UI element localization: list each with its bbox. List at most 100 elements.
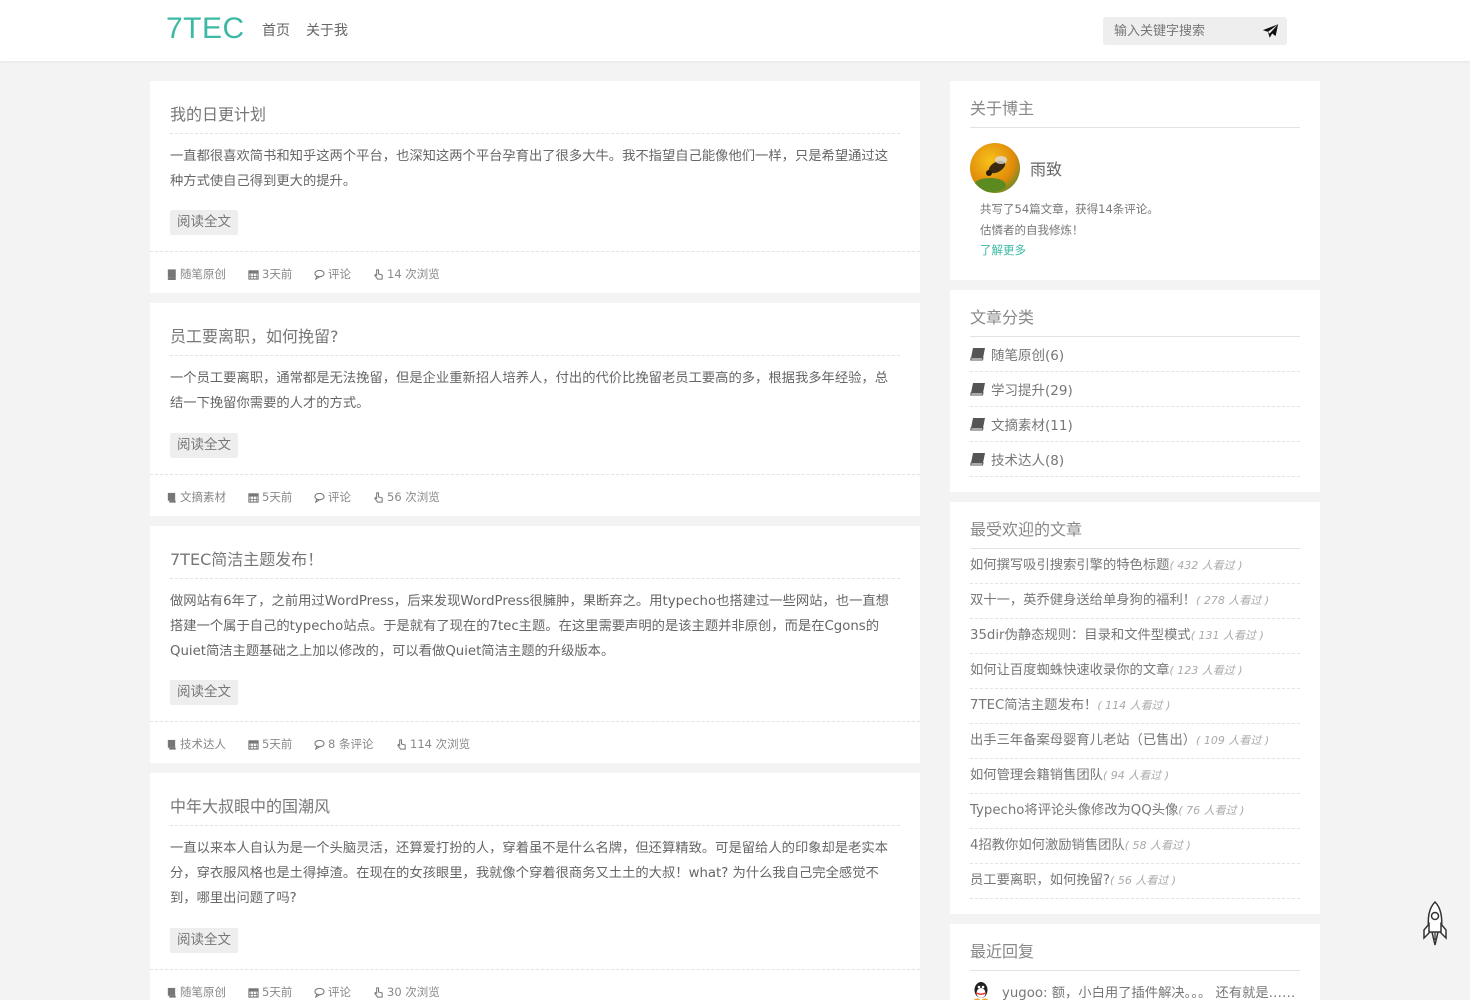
meta-category[interactable]: 文摘素材 xyxy=(166,489,226,505)
category-label: 技术达人(8) xyxy=(991,453,1065,469)
category-label: 文摘素材(11) xyxy=(991,418,1073,434)
post-meta: 文摘素材 5天前 评论 56 次浏览 xyxy=(150,474,920,516)
qq-penguin-icon xyxy=(974,982,988,1000)
meta-views: 30 次浏览 xyxy=(373,984,440,1000)
popular-post-title: 4招教你如何激励销售团队 xyxy=(970,838,1125,853)
search-input[interactable] xyxy=(1103,17,1258,45)
book-icon xyxy=(167,268,176,280)
meta-views-label: 30 次浏览 xyxy=(387,985,440,999)
popular-posts-widget: 最受欢迎的文章 如何撰写吸引搜索引擎的特色标题( 432 人看过 ) 双十一，英… xyxy=(950,502,1320,914)
popular-post-item[interactable]: Typecho将评论头像修改为QQ头像( 76 人看过 ) xyxy=(970,794,1300,829)
recent-replies-widget: 最近回复 yugoo: 额，小白用了插件解决。。。 还有就是…… xyxy=(950,924,1320,1000)
post-title[interactable]: 我的日更计划 xyxy=(170,101,900,134)
category-label: 随笔原创(6) xyxy=(991,348,1065,364)
meta-comments-label: 评论 xyxy=(328,490,351,504)
meta-date: 5天前 xyxy=(248,489,292,505)
popular-post-item[interactable]: 双十一，英乔健身送给单身狗的福利！( 278 人看过 ) xyxy=(970,584,1300,619)
author-stats: 共写了54篇文章，获得14条评论。 xyxy=(980,202,1159,216)
post-excerpt: 一个员工要离职，通常都是无法挽留，但是企业重新招人培养人，付出的代价比挽留老员工… xyxy=(170,371,889,411)
paper-plane-icon[interactable] xyxy=(1262,23,1279,39)
meta-comments-label: 评论 xyxy=(328,985,351,999)
post-excerpt: 一直都很喜欢简书和知乎这两个平台，也深知这两个平台孕育出了很多大牛。我不指望自己… xyxy=(170,149,889,189)
post-title[interactable]: 员工要离职，如何挽留? xyxy=(170,323,900,356)
popular-post-item[interactable]: 如何撰写吸引搜索引擎的特色标题( 432 人看过 ) xyxy=(970,549,1300,584)
site-logo[interactable]: 7TEC xyxy=(166,12,245,46)
comment-icon xyxy=(314,987,325,998)
book-icon xyxy=(970,418,985,431)
meta-date-label: 5天前 xyxy=(262,985,293,999)
post-meta: 随笔原创 3天前 评论 14 次浏览 xyxy=(150,251,920,293)
popular-post-item[interactable]: 如何让百度蜘蛛快速收录你的文章( 123 人看过 ) xyxy=(970,654,1300,689)
popular-post-views: ( 432 人看过 ) xyxy=(1169,559,1243,572)
meta-comments-label: 评论 xyxy=(328,267,351,281)
meta-category-label: 技术达人 xyxy=(180,737,226,751)
popular-post-title: 双十一，英乔健身送给单身狗的福利！ xyxy=(970,593,1197,608)
popular-post-views: ( 94 人看过 ) xyxy=(1102,769,1170,782)
book-icon xyxy=(167,492,176,503)
popular-post-title: 7TEC简洁主题发布！ xyxy=(970,698,1098,713)
popular-post-views: ( 76 人看过 ) xyxy=(1178,804,1245,817)
category-item[interactable]: 学习提升(29) xyxy=(970,372,1300,407)
meta-category-label: 随笔原创 xyxy=(180,267,226,281)
popular-post-item[interactable]: 7TEC简洁主题发布！( 114 人看过 ) xyxy=(970,689,1300,724)
widget-title: 最受欢迎的文章 xyxy=(970,516,1300,549)
meta-category[interactable]: 随笔原创 xyxy=(166,984,226,1000)
popular-post-views: ( 123 人看过 ) xyxy=(1169,664,1243,677)
bee-avatar-image xyxy=(970,143,1020,193)
book-icon xyxy=(970,348,985,361)
author-name: 雨致 xyxy=(1030,160,1063,179)
post-title[interactable]: 中年大叔眼中的国潮风 xyxy=(170,793,900,826)
popular-post-item[interactable]: 4招教你如何激励销售团队( 58 人看过 ) xyxy=(970,829,1300,864)
category-item[interactable]: 文摘素材(11) xyxy=(970,407,1300,442)
popular-post-item[interactable]: 员工要离职，如何挽留?( 56 人看过 ) xyxy=(970,864,1300,899)
post-card: 中年大叔眼中的国潮风 一直以来本人自认为是一个头脑灵活，还算爱打扮的人，穿着虽不… xyxy=(150,773,920,1000)
popular-post-views: ( 109 人看过 ) xyxy=(1196,734,1270,747)
learn-more-link[interactable]: 了解更多 xyxy=(980,242,1026,258)
post-excerpt: 做网站有6年了，之前用过WordPress，后来发现WordPress很臃肿，果… xyxy=(170,594,889,659)
popular-post-title: 员工要离职，如何挽留? xyxy=(970,873,1111,888)
meta-comments[interactable]: 评论 xyxy=(314,489,351,505)
book-icon xyxy=(167,739,176,750)
read-more-button[interactable]: 阅读全文 xyxy=(170,210,238,235)
popular-post-title: Typecho将评论头像修改为QQ头像 xyxy=(970,803,1179,818)
pointer-hand-icon xyxy=(374,986,383,998)
post-meta: 技术达人 5天前 8 条评论 114 次浏览 xyxy=(150,721,920,763)
meta-date-label: 3天前 xyxy=(262,267,293,281)
book-icon xyxy=(167,987,176,998)
popular-post-item[interactable]: 如何管理会籍销售团队( 94 人看过 ) xyxy=(970,759,1300,794)
meta-views-label: 114 次浏览 xyxy=(410,737,471,751)
comment-icon xyxy=(314,492,325,503)
post-card: 员工要离职，如何挽留? 一个员工要离职，通常都是无法挽留，但是企业重新招人培养人… xyxy=(150,303,920,516)
category-item[interactable]: 随笔原创(6) xyxy=(970,337,1300,372)
meta-category[interactable]: 技术达人 xyxy=(166,736,226,752)
read-more-button[interactable]: 阅读全文 xyxy=(170,680,238,705)
calendar-icon xyxy=(248,269,259,280)
read-more-button[interactable]: 阅读全文 xyxy=(170,433,238,458)
reply-item[interactable]: yugoo: 额，小白用了插件解决。。。 还有就是…… xyxy=(970,976,1300,1000)
popular-post-views: ( 131 人看过 ) xyxy=(1190,629,1264,642)
back-to-top-rocket-icon[interactable] xyxy=(1421,900,1449,948)
meta-date-label: 5天前 xyxy=(262,490,293,504)
meta-views-label: 14 次浏览 xyxy=(387,267,440,281)
meta-date: 3天前 xyxy=(248,266,292,282)
widget-title: 最近回复 xyxy=(970,938,1300,971)
pointer-hand-icon xyxy=(397,738,406,750)
comment-icon xyxy=(314,269,325,280)
meta-comments[interactable]: 评论 xyxy=(314,984,351,1000)
post-title[interactable]: 7TEC简洁主题发布！ xyxy=(170,546,900,579)
read-more-button[interactable]: 阅读全文 xyxy=(170,928,238,953)
popular-post-item[interactable]: 出手三年备案母婴育儿老站（已售出）( 109 人看过 ) xyxy=(970,724,1300,759)
calendar-icon xyxy=(248,492,259,503)
meta-comments[interactable]: 评论 xyxy=(314,266,351,282)
nav-home[interactable]: 首页 xyxy=(262,20,290,40)
popular-post-item[interactable]: 35dir伪静态规则：目录和文件型模式( 131 人看过 ) xyxy=(970,619,1300,654)
meta-comments[interactable]: 8 条评论 xyxy=(314,736,373,752)
nav-about[interactable]: 关于我 xyxy=(306,20,348,40)
meta-category[interactable]: 随笔原创 xyxy=(166,266,226,282)
search-box xyxy=(1103,17,1287,45)
meta-category-label: 随笔原创 xyxy=(180,985,226,999)
pointer-hand-icon xyxy=(374,268,383,280)
popular-post-views: ( 114 人看过 ) xyxy=(1097,699,1171,712)
category-item[interactable]: 技术达人(8) xyxy=(970,442,1300,477)
popular-post-title: 如何管理会籍销售团队 xyxy=(970,768,1103,783)
